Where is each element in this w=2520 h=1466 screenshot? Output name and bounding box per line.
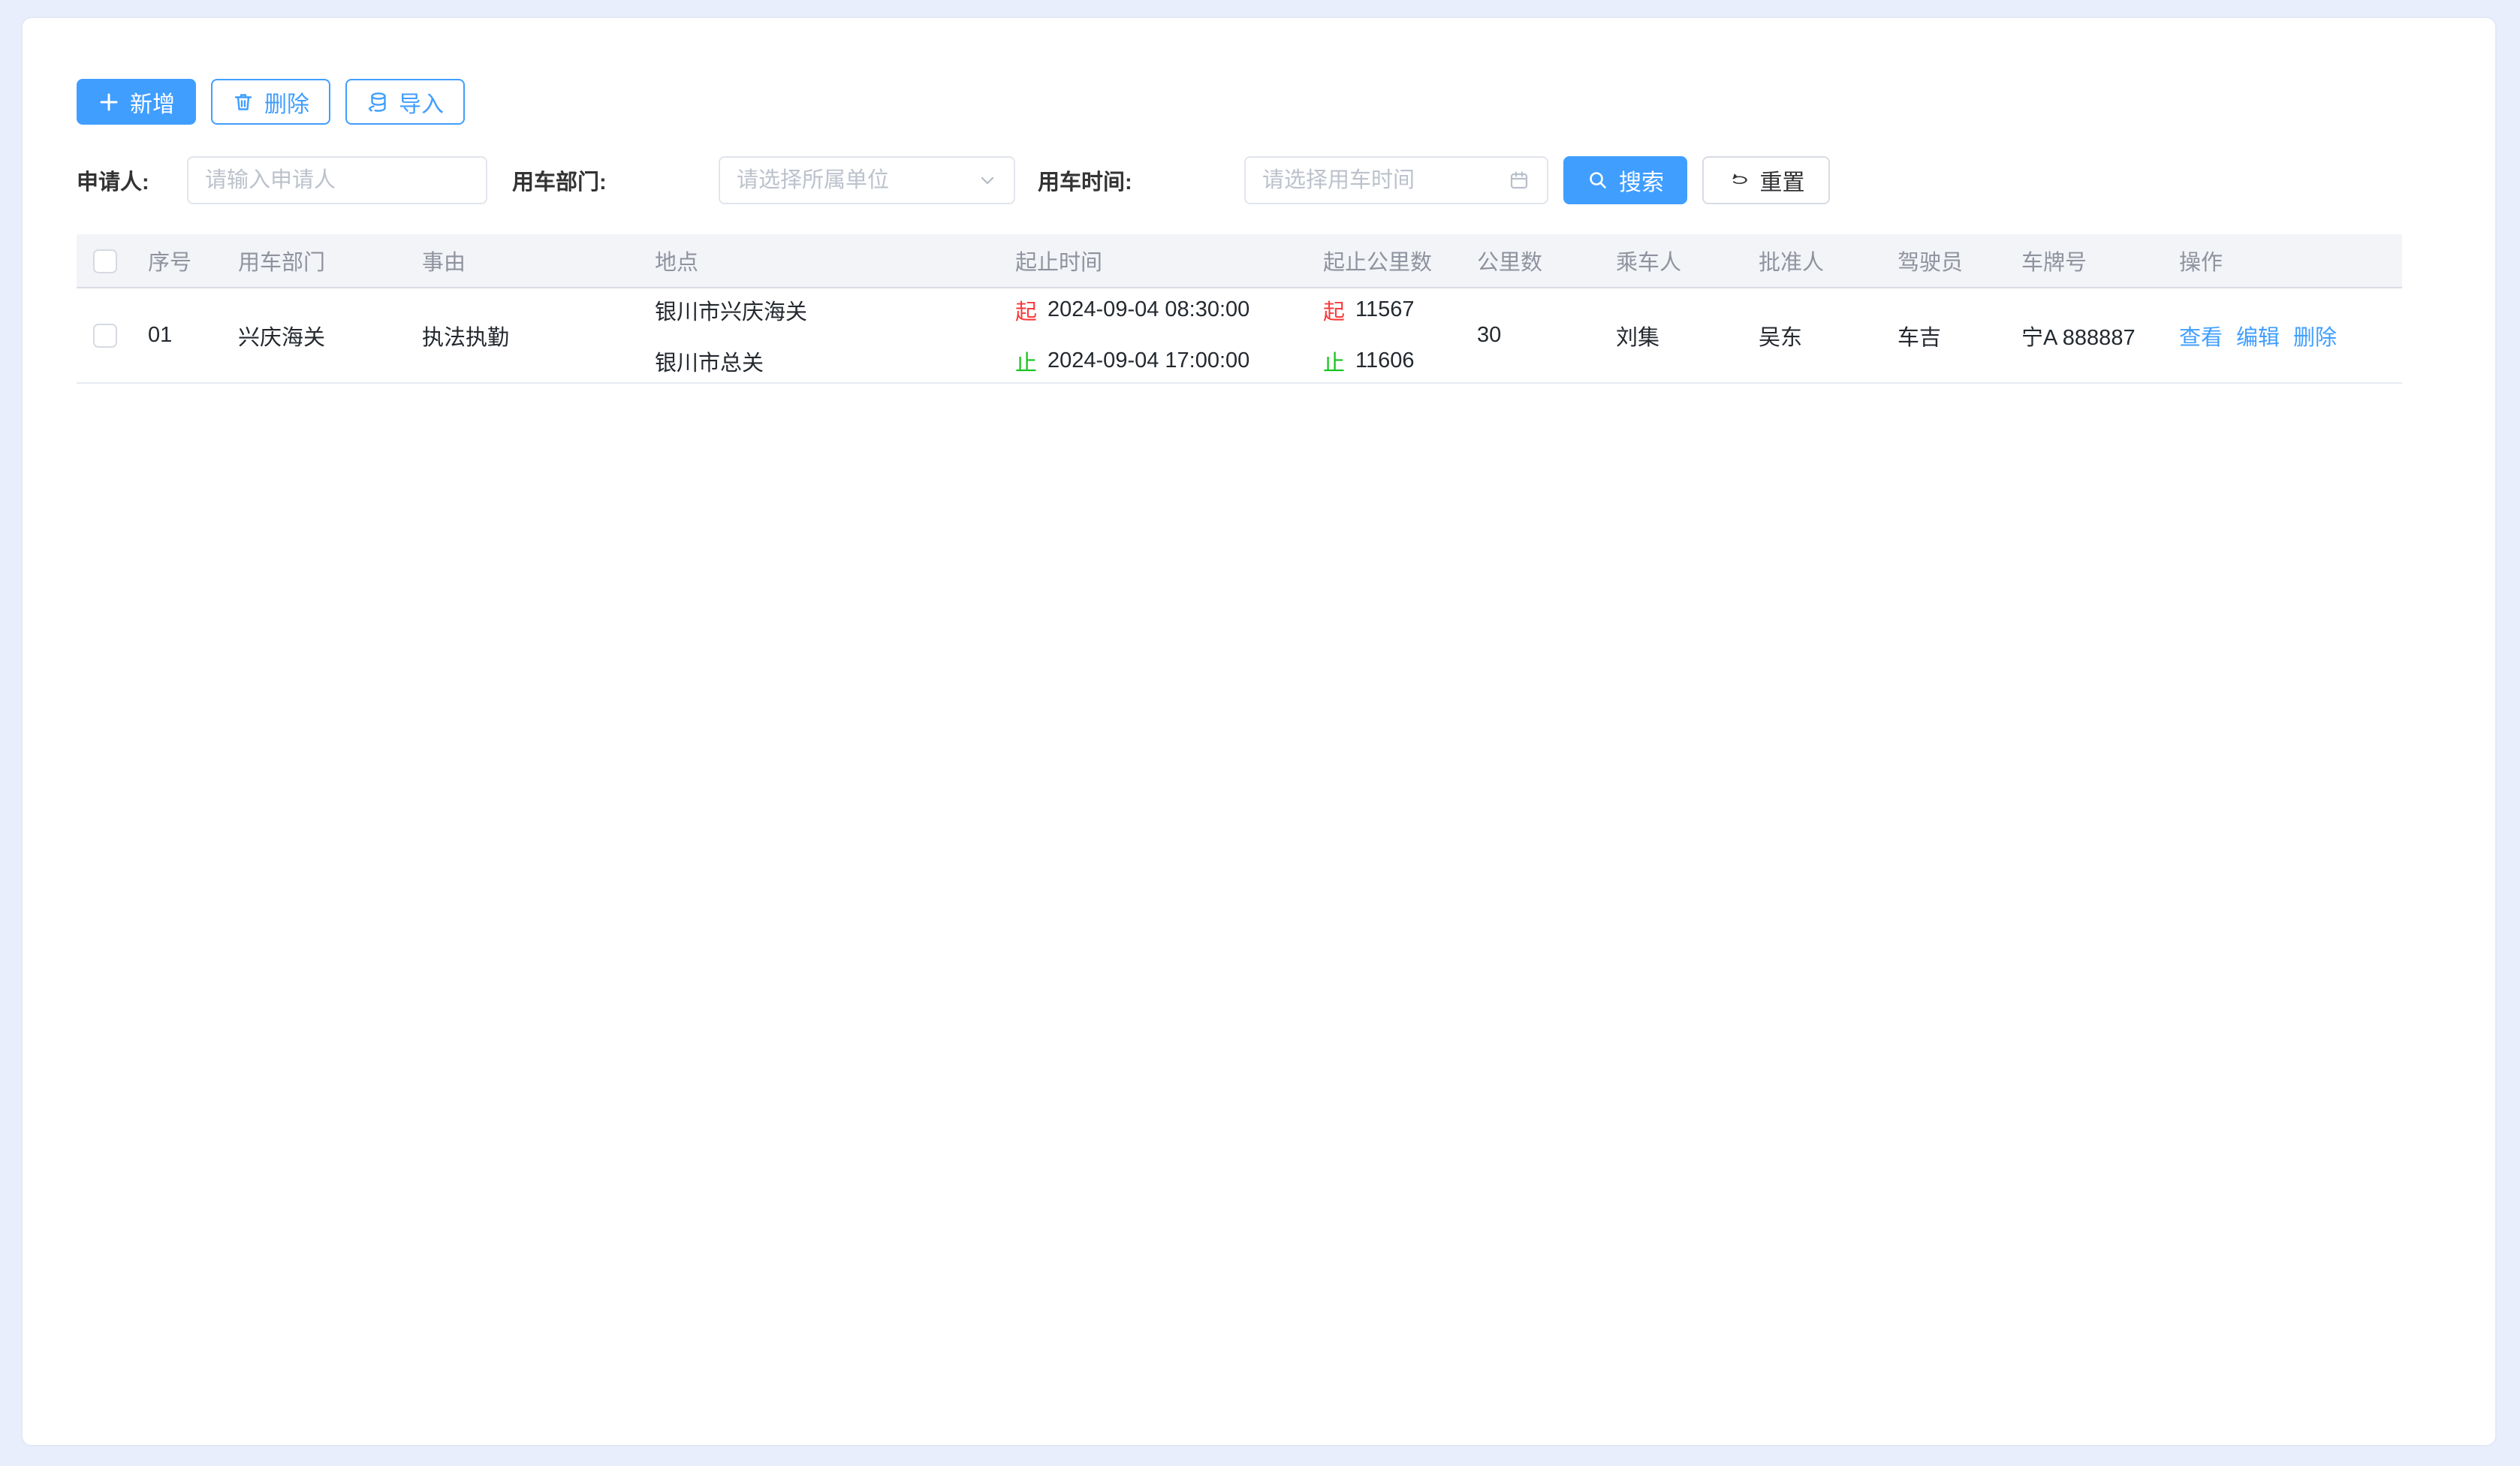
toolbar: 新增 删除 导入	[77, 79, 465, 125]
search-icon	[1587, 169, 1609, 192]
row-checkbox[interactable]	[93, 324, 117, 348]
cell-location: 银川市兴庆海关 银川市总关	[640, 288, 1000, 383]
col-header-km-total: 公里数	[1462, 234, 1601, 288]
table-header-row: 序号 用车部门 事由 地点 起止时间 起止公里数 公里数 乘车人 批准人 驾驶员…	[77, 234, 2402, 288]
database-import-icon	[366, 91, 389, 113]
department-select-input[interactable]	[737, 168, 969, 193]
delete-button-label: 删除	[264, 86, 309, 119]
calendar-icon	[1508, 169, 1530, 192]
edit-link[interactable]: 编辑	[2236, 320, 2280, 351]
col-header-driver: 驾驶员	[1882, 234, 2006, 288]
cell-index: 01	[133, 288, 223, 383]
km-start-value: 11567	[1355, 297, 1415, 322]
col-header-passenger: 乘车人	[1601, 234, 1744, 288]
cell-actions: 查看 编辑 删除	[2164, 288, 2402, 383]
cell-reason: 执法执勤	[407, 288, 640, 383]
search-button[interactable]: 搜索	[1563, 156, 1687, 204]
filter-bar: 申请人: 用车部门: 用车时间: 搜索	[23, 156, 2495, 204]
content-card: 新增 删除 导入 申请人: 用车部门:	[21, 17, 2497, 1446]
delete-button[interactable]: 删除	[211, 79, 330, 125]
col-header-km-range: 起止公里数	[1308, 234, 1462, 288]
km-end-value: 11606	[1355, 348, 1415, 373]
col-header-reason: 事由	[407, 234, 640, 288]
use-time-label: 用车时间:	[1038, 156, 1132, 204]
col-header-location: 地点	[640, 234, 1000, 288]
view-link[interactable]: 查看	[2179, 320, 2223, 351]
col-header-plate: 车牌号	[2006, 234, 2164, 288]
cell-passenger: 刘集	[1601, 288, 1744, 383]
cell-approver: 吴东	[1744, 288, 1882, 383]
reset-button[interactable]: 重置	[1702, 156, 1830, 204]
col-header-actions: 操作	[2164, 234, 2402, 288]
delete-link[interactable]: 删除	[2293, 320, 2337, 351]
add-button[interactable]: 新增	[77, 79, 196, 125]
department-label: 用车部门:	[512, 156, 607, 204]
department-select[interactable]	[719, 156, 1015, 204]
col-header-time-range: 起止时间	[1000, 234, 1308, 288]
col-header-department: 用车部门	[223, 234, 407, 288]
reset-button-label: 重置	[1760, 164, 1805, 197]
time-start-tag: 起	[1015, 294, 1037, 326]
import-button[interactable]: 导入	[345, 79, 465, 125]
use-time-picker[interactable]	[1244, 156, 1548, 204]
km-end-tag: 止	[1323, 345, 1345, 377]
cell-time-range: 起 2024-09-04 08:30:00 止 2024-09-04 17:00…	[1000, 288, 1308, 383]
location-start: 银川市兴庆海关	[655, 294, 1000, 326]
cell-plate: 宁A 888887	[2006, 288, 2164, 383]
reset-icon	[1728, 169, 1750, 192]
col-header-approver: 批准人	[1744, 234, 1882, 288]
table-row: 01 兴庆海关 执法执勤 银川市兴庆海关 银川市总关 起 2024	[77, 288, 2402, 383]
cell-department: 兴庆海关	[223, 288, 407, 383]
cell-km-range: 起 11567 止 11606	[1308, 288, 1462, 383]
cell-driver: 车吉	[1882, 288, 2006, 383]
time-start-value: 2024-09-04 08:30:00	[1047, 297, 1249, 322]
search-button-label: 搜索	[1619, 164, 1664, 197]
chevron-down-icon	[978, 170, 997, 190]
location-end: 银川市总关	[655, 345, 1000, 377]
select-all-checkbox[interactable]	[93, 249, 117, 273]
vehicle-usage-table: 序号 用车部门 事由 地点 起止时间 起止公里数 公里数 乘车人 批准人 驾驶员…	[77, 234, 2402, 384]
cell-km-total: 30	[1462, 288, 1601, 383]
add-button-label: 新增	[130, 86, 175, 119]
km-start-tag: 起	[1323, 294, 1345, 326]
trash-icon	[232, 91, 255, 113]
plus-icon	[98, 91, 120, 113]
applicant-input[interactable]	[205, 168, 469, 193]
col-header-index: 序号	[133, 234, 223, 288]
applicant-input-box	[187, 156, 487, 204]
time-end-tag: 止	[1015, 345, 1037, 377]
use-time-input[interactable]	[1262, 168, 1499, 193]
import-button-label: 导入	[399, 86, 444, 119]
applicant-label: 申请人:	[77, 156, 149, 204]
time-end-value: 2024-09-04 17:00:00	[1047, 348, 1249, 373]
